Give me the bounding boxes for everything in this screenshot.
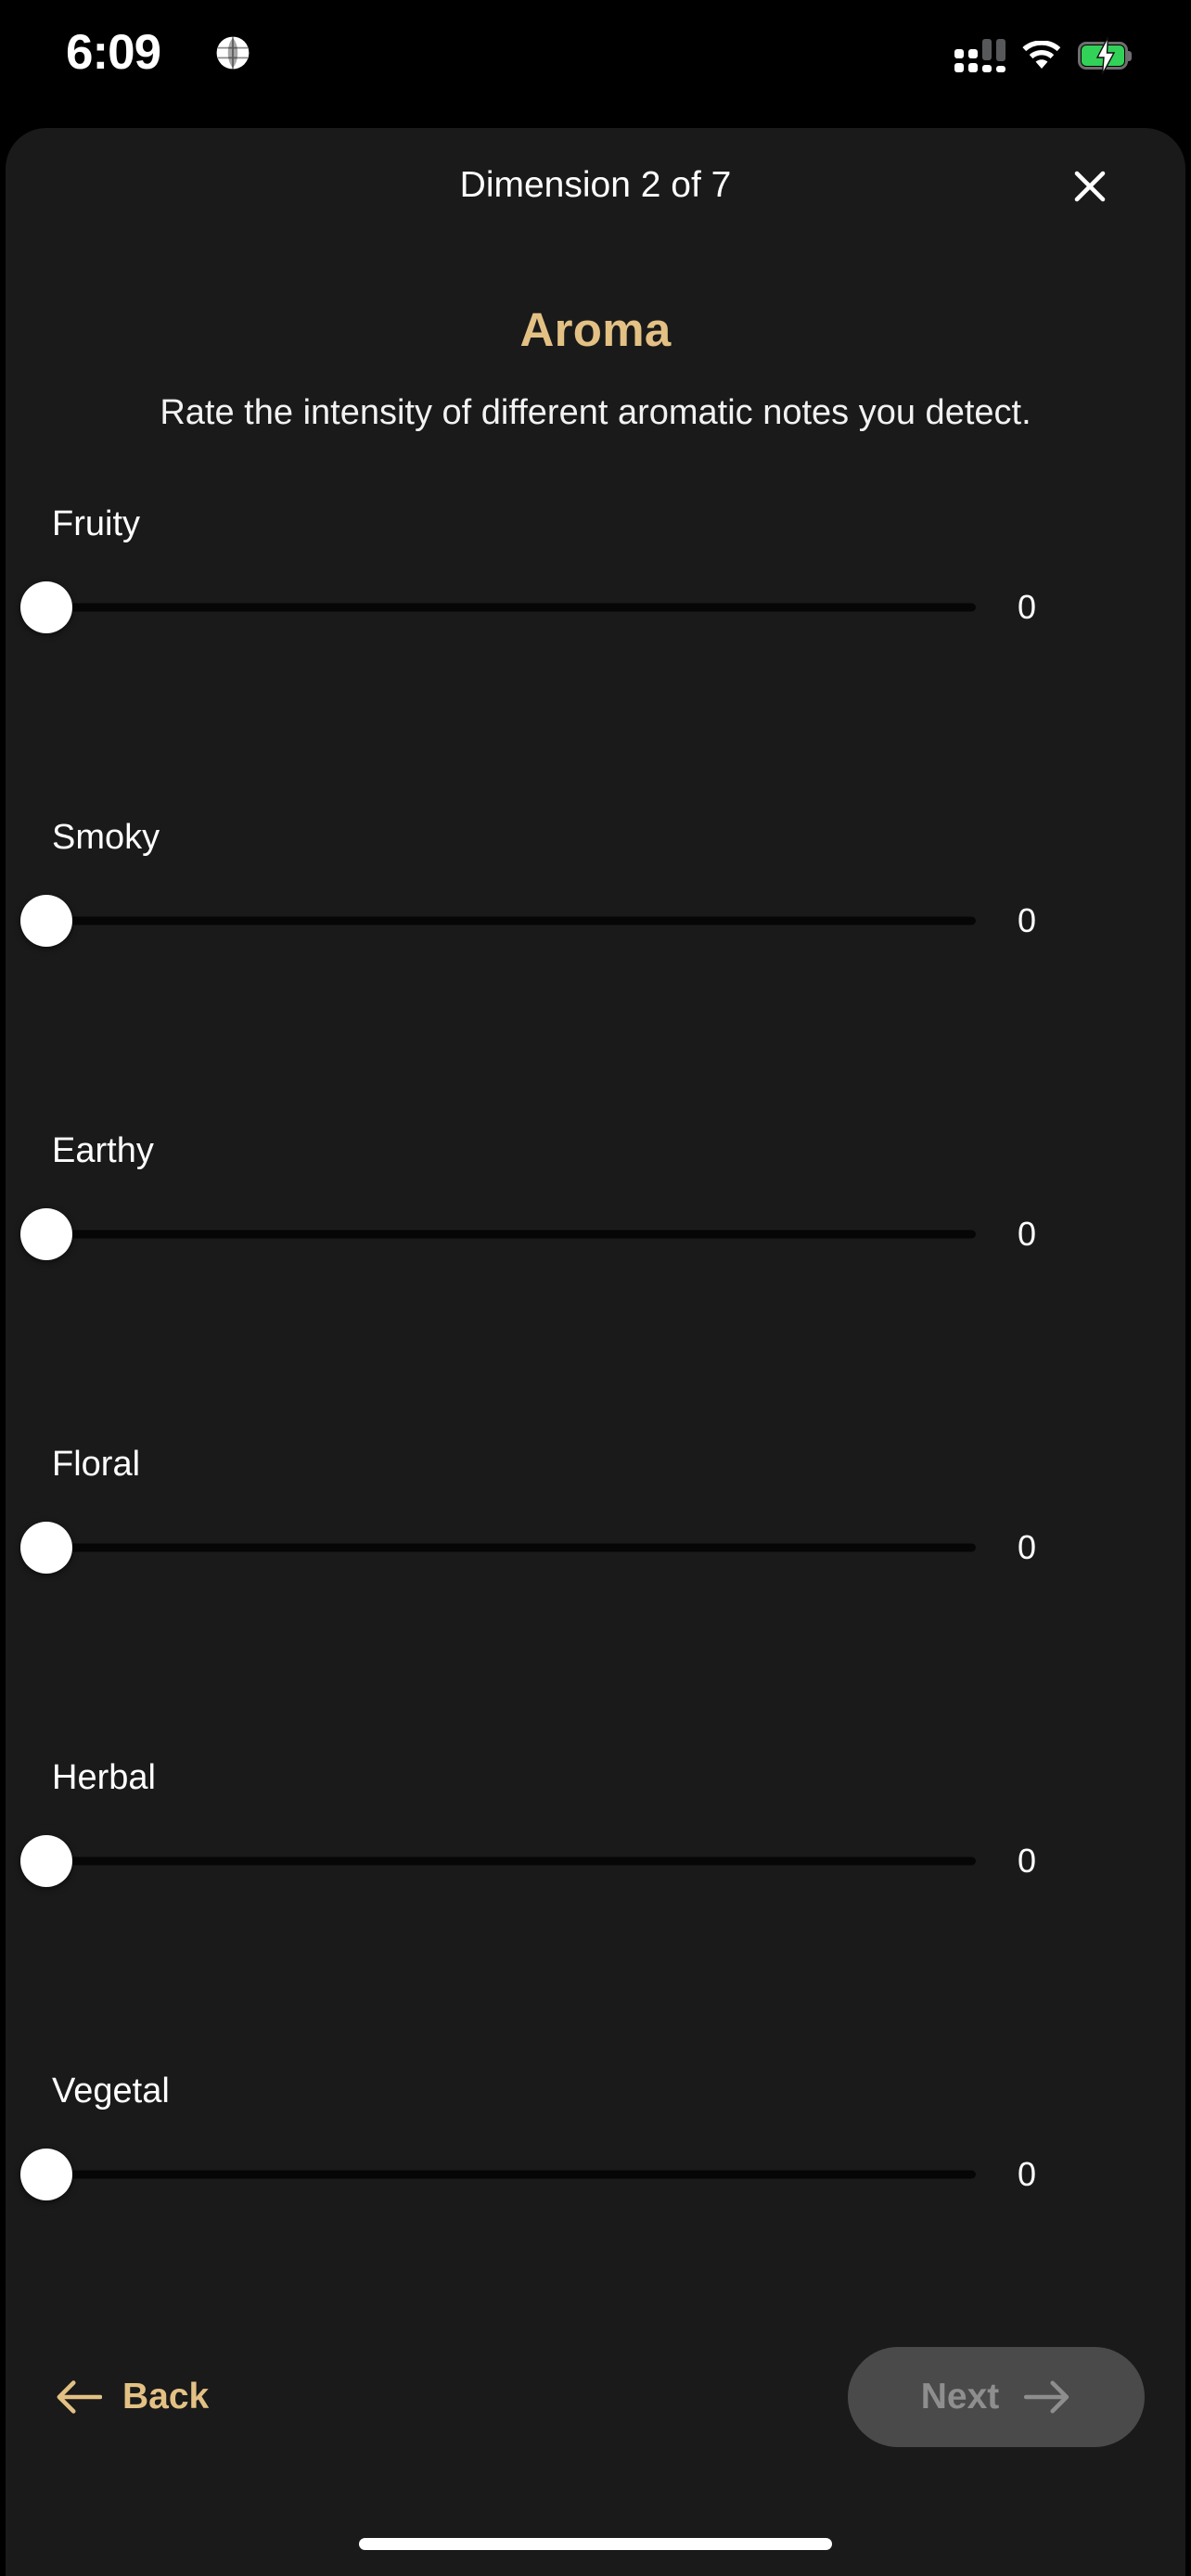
slider-input[interactable] <box>20 1521 976 1574</box>
slider-control: 0 <box>20 2148 1145 2200</box>
slider-track <box>46 2170 976 2179</box>
slider-value: 0 <box>1017 1214 1037 1253</box>
slider-value: 0 <box>1017 587 1037 626</box>
next-button[interactable]: Next <box>848 2347 1145 2447</box>
close-button[interactable] <box>1059 156 1121 217</box>
slider-input[interactable] <box>20 1834 976 1887</box>
wizard-footer: Back Next <box>6 2327 1185 2467</box>
slider-control: 0 <box>20 894 1145 947</box>
slider-control: 0 <box>20 1521 1145 1574</box>
app-content-card: Dimension 2 of 7 Aroma Rate the intensit… <box>6 128 1185 2576</box>
slider-track <box>46 916 976 925</box>
slider-label: Herbal <box>52 1757 156 1797</box>
slider-track <box>46 603 976 612</box>
page-title: Aroma <box>519 303 672 356</box>
arrow-left-icon <box>57 2380 102 2414</box>
wifi-icon <box>1022 40 1061 69</box>
modal-header: Dimension 2 of 7 <box>6 128 1185 276</box>
slider-label: Vegetal <box>52 2071 170 2111</box>
slider-label: Floral <box>52 1444 141 1484</box>
slider-track <box>46 1543 976 1552</box>
cellular-signal-icon <box>954 39 1005 72</box>
slider-thumb[interactable] <box>20 1834 72 1887</box>
slider-thumb[interactable] <box>20 2148 72 2200</box>
battery-charging-icon <box>1078 37 1132 74</box>
close-icon <box>1074 171 1106 202</box>
slider-thumb[interactable] <box>20 894 72 947</box>
home-indicator <box>359 2538 832 2550</box>
slider-value: 0 <box>1017 900 1037 939</box>
status-icons <box>954 37 1132 74</box>
slider-row: Fruity 0 <box>20 504 1145 818</box>
arrow-right-icon <box>1024 2380 1069 2414</box>
slider-label: Earthy <box>52 1130 154 1170</box>
slider-label: Fruity <box>52 504 140 543</box>
page-subtitle: Rate the intensity of different aromatic… <box>160 393 1031 432</box>
charging-bolt-icon <box>1095 37 1116 74</box>
slider-control: 0 <box>20 580 1145 633</box>
slider-input[interactable] <box>20 1207 976 1260</box>
slider-input[interactable] <box>20 894 976 947</box>
slider-row: Smoky 0 <box>20 817 1145 1131</box>
status-bar: 6:09 <box>0 0 1191 128</box>
slider-list: Fruity 0 Smoky 0 Earthy 0 Floral 0 Herbal 0 Vegeta… <box>6 504 1185 2385</box>
back-label: Back <box>122 2377 210 2417</box>
slider-label: Smoky <box>52 817 160 857</box>
globe-icon <box>216 36 250 70</box>
slider-value: 0 <box>1017 1841 1037 1880</box>
slider-value: 0 <box>1017 2154 1037 2193</box>
slider-input[interactable] <box>20 580 976 633</box>
slider-track <box>46 1856 976 1866</box>
slider-row: Earthy 0 <box>20 1130 1145 1445</box>
slider-row: Floral 0 <box>20 1444 1145 1758</box>
slider-thumb[interactable] <box>20 1207 72 1260</box>
slider-thumb[interactable] <box>20 580 72 633</box>
status-time: 6:09 <box>66 25 161 80</box>
slider-input[interactable] <box>20 2148 976 2200</box>
slider-control: 0 <box>20 1207 1145 1260</box>
slider-value: 0 <box>1017 1527 1037 1566</box>
slider-thumb[interactable] <box>20 1521 72 1574</box>
slider-track <box>46 1230 976 1239</box>
phone-screen: 6:09 Dimension 2 of 7 Aroma Rate the int… <box>0 0 1191 2576</box>
slider-control: 0 <box>20 1834 1145 1887</box>
next-label: Next <box>920 2377 1000 2417</box>
back-button[interactable]: Back <box>46 2364 218 2430</box>
slider-row: Herbal 0 <box>20 1757 1145 2072</box>
dimension-indicator: Dimension 2 of 7 <box>459 165 732 205</box>
